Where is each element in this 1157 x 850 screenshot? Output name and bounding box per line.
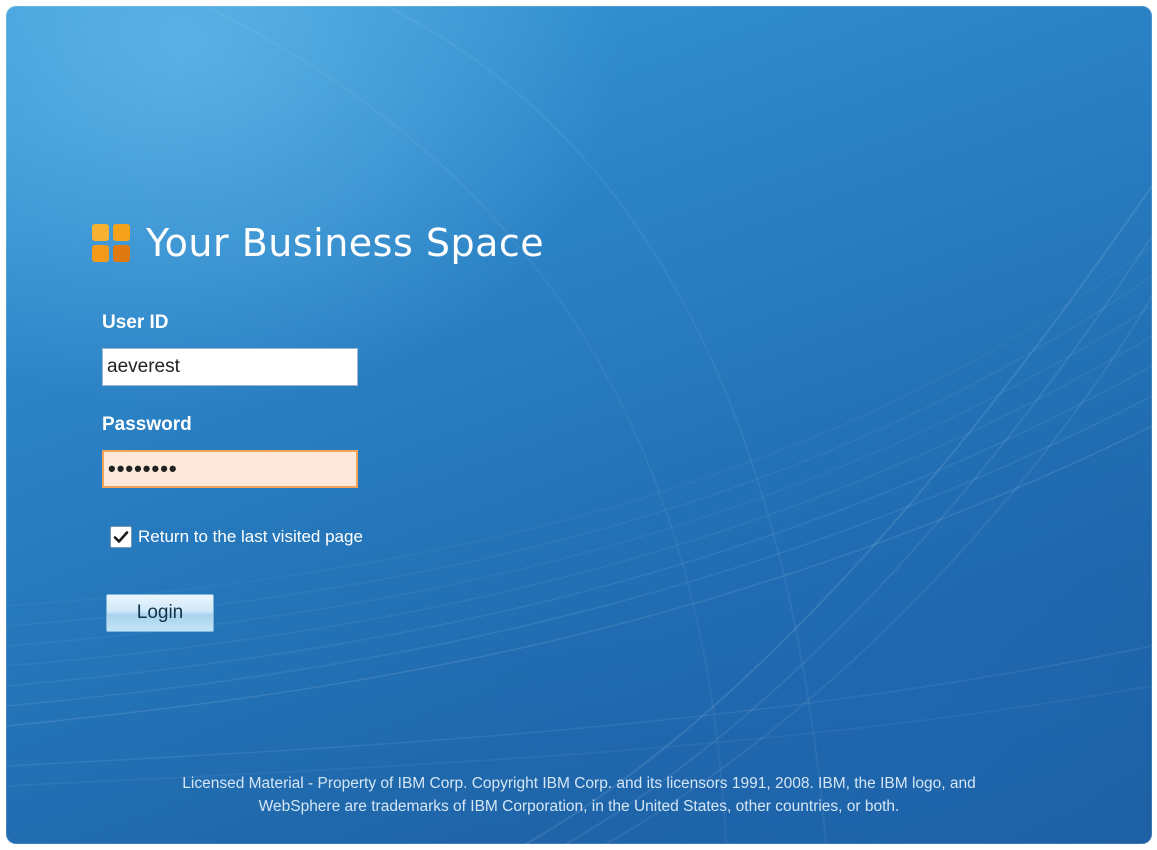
brand-header: Your Business Space [92, 218, 544, 268]
remember-option[interactable]: Return to the last visited page [110, 526, 363, 548]
remember-checkbox[interactable] [110, 526, 132, 548]
remember-label[interactable]: Return to the last visited page [138, 527, 363, 547]
copyright-footer: Licensed Material - Property of IBM Corp… [6, 772, 1152, 818]
password-label: Password [102, 414, 192, 435]
footer-line-2: WebSphere are trademarks of IBM Corporat… [258, 798, 900, 815]
checkmark-icon [113, 531, 129, 543]
user-id-label: User ID [102, 312, 169, 333]
password-field[interactable] [102, 450, 358, 488]
user-id-field[interactable] [102, 348, 358, 386]
business-space-logo-icon [92, 224, 130, 262]
login-button[interactable]: Login [106, 594, 214, 632]
footer-line-1: Licensed Material - Property of IBM Corp… [182, 775, 976, 792]
login-panel: Your Business Space User ID Password Ret… [6, 6, 1152, 844]
app-title: Your Business Space [146, 221, 545, 265]
window-frame: Your Business Space User ID Password Ret… [0, 0, 1157, 850]
